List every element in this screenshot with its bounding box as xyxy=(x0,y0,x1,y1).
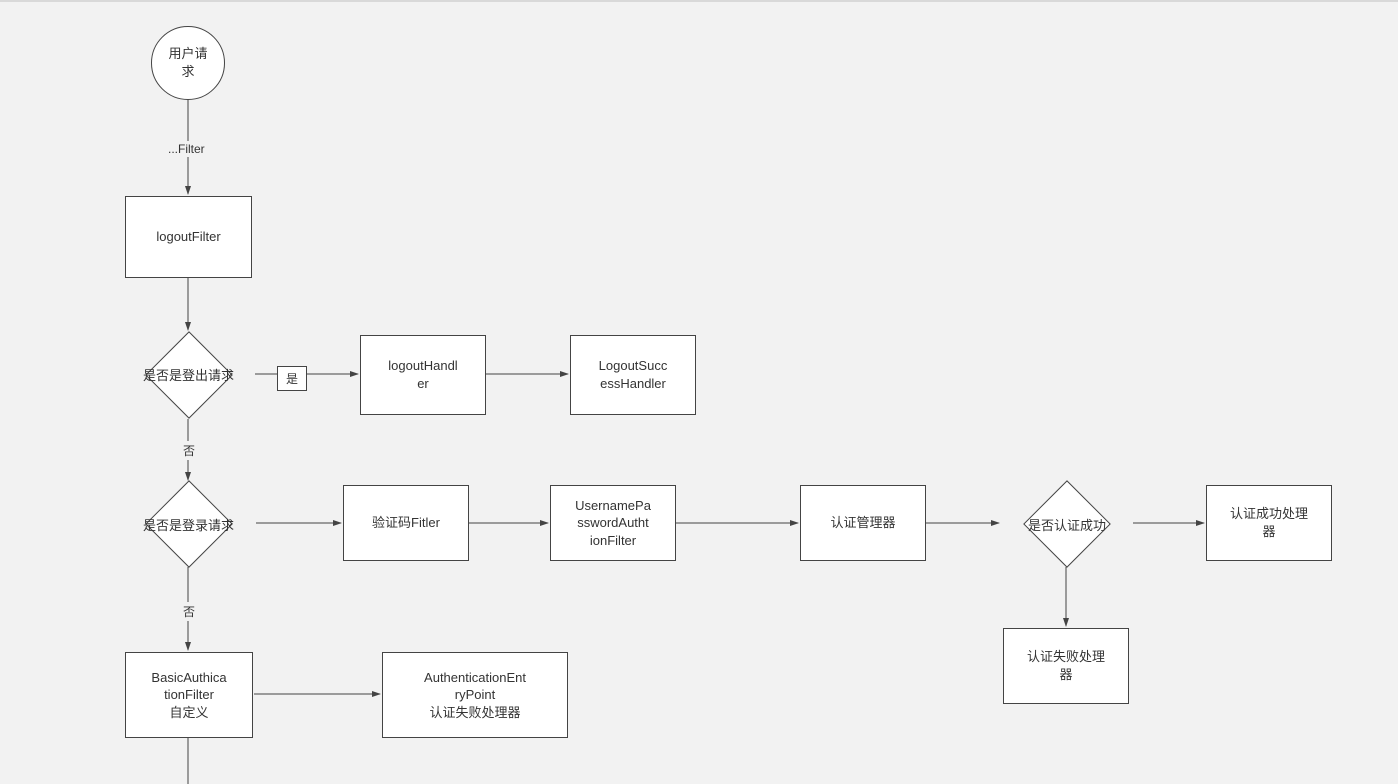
success-handler-label: 认证成功处理 器 xyxy=(1230,505,1308,540)
is-auth-ok-decision xyxy=(1023,480,1111,568)
edge-label-no-1: 否 xyxy=(179,441,199,460)
logout-handler-node: logoutHandl er xyxy=(360,335,486,415)
username-password-filter-label: UsernamePa sswordAutht ionFilter xyxy=(575,497,651,550)
start-label: 用户请 求 xyxy=(168,45,207,80)
logout-filter-label: logoutFilter xyxy=(156,228,220,246)
captcha-filter-node: 验证码Fitler xyxy=(343,485,469,561)
auth-manager-label: 认证管理器 xyxy=(830,514,895,532)
basic-auth-filter-label: BasicAuthica tionFilter 自定义 xyxy=(151,669,226,722)
start-node: 用户请 求 xyxy=(151,26,225,100)
auth-manager-node: 认证管理器 xyxy=(800,485,926,561)
auth-entry-point-label: AuthenticationEnt ryPoint 认证失败处理器 xyxy=(424,669,526,722)
is-login-decision xyxy=(145,480,233,568)
basic-auth-filter-node: BasicAuthica tionFilter 自定义 xyxy=(125,652,253,738)
success-handler-node: 认证成功处理 器 xyxy=(1206,485,1332,561)
is-logout-decision xyxy=(145,331,233,419)
username-password-filter-node: UsernamePa sswordAutht ionFilter xyxy=(550,485,676,561)
logout-handler-label: logoutHandl er xyxy=(388,357,457,392)
edge-label-no-2: 否 xyxy=(179,602,199,621)
edge-label-yes: 是 xyxy=(277,366,307,391)
logout-success-node: LogoutSucc essHandler xyxy=(570,335,696,415)
edge-label-filter: ...Filter xyxy=(164,141,209,157)
captcha-filter-label: 验证码Fitler xyxy=(372,514,440,532)
fail-handler-label: 认证失败处理 器 xyxy=(1027,648,1105,683)
logout-filter-node: logoutFilter xyxy=(125,196,252,278)
auth-entry-point-node: AuthenticationEnt ryPoint 认证失败处理器 xyxy=(382,652,568,738)
fail-handler-node: 认证失败处理 器 xyxy=(1003,628,1129,704)
logout-success-label: LogoutSucc essHandler xyxy=(599,357,668,392)
